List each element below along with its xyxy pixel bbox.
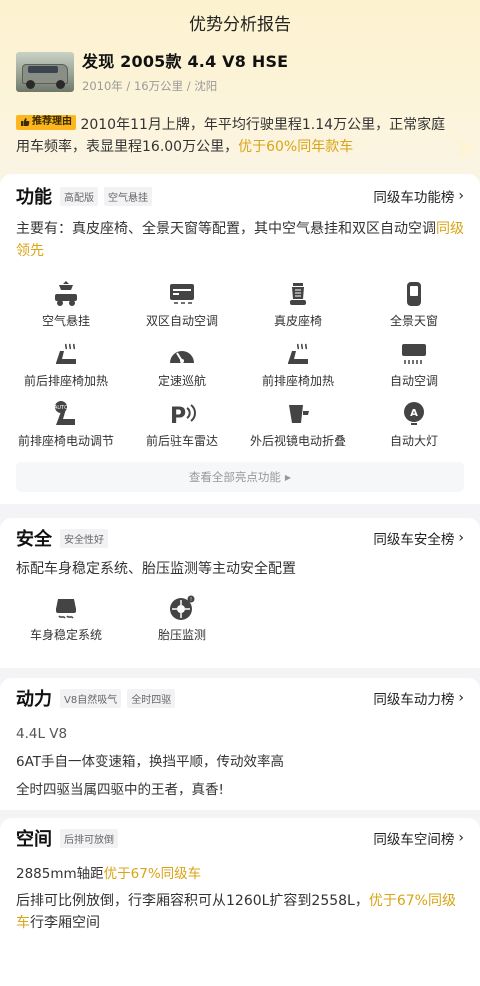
seat-heating-icon	[51, 340, 81, 368]
svg-text:A: A	[410, 408, 418, 419]
function-tag: 空气悬挂	[104, 186, 152, 206]
space-trunk: 后排可比例放倒，行李厢容积可从1260L扩容到2558L，优于67%同级车行李厢…	[16, 893, 456, 931]
leather-seat-icon	[283, 280, 313, 308]
safety-tag: 安全性好	[60, 528, 108, 548]
car-subtitle: 2010年 / 16万公里 / 沈阳	[82, 79, 218, 93]
function-card: 功能 高配版 空气悬挂 同级车功能榜 › 主要有：真皮座椅、全景天窗等配置，其中空…	[0, 174, 480, 504]
recommend-text: 2010年11月上牌，年平均行驶里程1.14万公里，正常家庭用车频率，表显里程1…	[16, 117, 446, 155]
chevron-right-icon: ›	[458, 188, 464, 204]
power-card: 动力 V8自然吸气 全时四驱 同级车动力榜 › 4.4L V8 6AT手自一体变速…	[0, 678, 480, 810]
tire-pressure-icon: !	[167, 594, 197, 622]
view-all-features-button[interactable]: 查看全部亮点功能 ▶	[16, 462, 464, 492]
safety-title: 安全	[16, 529, 52, 550]
feature-item[interactable]: AUTO 前排座椅电动调节	[8, 400, 124, 460]
recommend-badge: 推荐理由	[16, 114, 76, 130]
recommend-block: 推荐理由 2010年11月上牌，年平均行驶里程1.14万公里，正常家庭用车频率，…	[0, 100, 480, 172]
cruise-control-icon	[167, 340, 197, 368]
svg-text:P: P	[170, 404, 186, 427]
dual-zone-ac-icon	[167, 280, 197, 308]
auto-headlight-icon: A	[399, 400, 429, 428]
svg-text:AUTO: AUTO	[54, 405, 68, 411]
recommend-highlight: 优于60%同年款车	[238, 139, 354, 155]
feature-item[interactable]: 真皮座椅	[240, 280, 356, 340]
chevron-right-icon: ›	[458, 830, 464, 846]
power-engine: 4.4L V8	[16, 726, 68, 742]
auto-ac-icon	[399, 340, 429, 368]
panoramic-sunroof-icon	[399, 280, 429, 308]
feature-item[interactable]: 自动空调	[356, 340, 472, 400]
triangle-right-icon: ▶	[284, 472, 292, 482]
power-seat-icon: AUTO	[51, 400, 81, 428]
space-wheelbase: 2885mm轴距优于67%同级车	[16, 866, 202, 882]
car-name: 发现 2005款 4.4 V8 HSE	[82, 52, 289, 71]
stability-control-icon	[51, 594, 81, 622]
mirror-fold-icon	[283, 400, 313, 428]
page-title: 优势分析报告	[189, 14, 291, 35]
function-rank-link[interactable]: 同级车功能榜 ›	[373, 186, 464, 206]
feature-item[interactable]: P 前后驻车雷达	[124, 400, 240, 460]
feature-item[interactable]: 空气悬挂	[8, 280, 124, 340]
feature-item[interactable]: ! 胎压监测	[124, 594, 240, 654]
chevron-right-icon: ›	[458, 690, 464, 706]
top-header: 优势分析报告	[0, 0, 480, 44]
feature-item[interactable]: 全景天窗	[356, 280, 472, 340]
feature-item[interactable]: A 自动大灯	[356, 400, 472, 460]
chevron-decoration-icon: ››	[453, 122, 475, 171]
safety-desc: 标配车身稳定系统、胎压监测等主动安全配置	[16, 561, 296, 577]
power-drivetrain: 全时四驱当属四驱中的王者，真香!	[16, 782, 224, 798]
function-tag: 高配版	[60, 186, 98, 206]
safety-card: 安全 安全性好 同级车安全榜 › 标配车身稳定系统、胎压监测等主动安全配置 车身稳…	[0, 518, 480, 668]
feature-item[interactable]: 前排座椅加热	[240, 340, 356, 400]
seat-heating-icon	[283, 340, 313, 368]
thumbs-up-icon	[21, 118, 30, 126]
function-title: 功能	[16, 187, 52, 208]
space-title: 空间	[16, 829, 52, 850]
parking-radar-icon: P	[167, 400, 197, 428]
svg-text:!: !	[190, 597, 192, 603]
power-transmission: 6AT手自一体变速箱，换挡平顺，传动效率高	[16, 754, 285, 770]
function-desc: 主要有：真皮座椅、全景天窗等配置，其中空气悬挂和双区自动空调同级领先	[16, 221, 464, 259]
feature-item[interactable]: 前后排座椅加热	[8, 340, 124, 400]
space-card: 空间 后排可放倒 同级车空间榜 › 2885mm轴距优于67%同级车 后排可比例放…	[0, 818, 480, 986]
feature-item[interactable]: 外后视镜电动折叠	[240, 400, 356, 460]
feature-item[interactable]: 双区自动空调	[124, 280, 240, 340]
air-suspension-icon	[51, 280, 81, 308]
car-info: 发现 2005款 4.4 V8 HSE 2010年 / 16万公里 / 沈阳	[0, 44, 480, 100]
feature-item[interactable]: 车身稳定系统	[8, 594, 124, 654]
car-thumbnail[interactable]	[16, 52, 74, 92]
space-rank-link[interactable]: 同级车空间榜 ›	[373, 828, 464, 848]
space-tag: 后排可放倒	[60, 828, 118, 848]
safety-rank-link[interactable]: 同级车安全榜 ›	[373, 528, 464, 548]
feature-item[interactable]: 定速巡航	[124, 340, 240, 400]
function-feature-grid: 空气悬挂 双区自动空调 真皮座椅 全景天窗 前后排座椅加热 定速巡航 前排座椅加…	[0, 280, 480, 460]
power-title: 动力	[16, 689, 52, 710]
safety-feature-grid: 车身稳定系统 ! 胎压监测	[0, 594, 480, 654]
power-tag: V8自然吸气	[60, 688, 122, 708]
power-rank-link[interactable]: 同级车动力榜 ›	[373, 688, 464, 708]
chevron-right-icon: ›	[458, 530, 464, 546]
power-tag: 全时四驱	[127, 688, 176, 708]
